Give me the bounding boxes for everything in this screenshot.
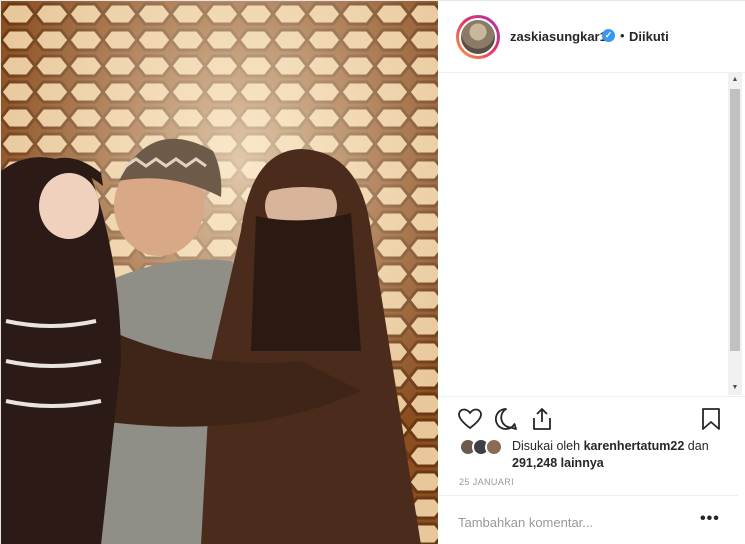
- post-date[interactable]: 25 JANUARI: [459, 477, 514, 487]
- likes-prefix: Disukai oleh: [512, 439, 584, 453]
- comments-area[interactable]: [438, 73, 738, 393]
- comment-input[interactable]: [458, 512, 678, 532]
- post-actions: [438, 396, 745, 436]
- scroll-thumb[interactable]: [730, 89, 740, 351]
- username-link[interactable]: zaskiasungkar15: [510, 29, 614, 44]
- bookmark-icon[interactable]: [698, 406, 724, 432]
- likes-count-link[interactable]: 291,248 lainnya: [512, 456, 604, 470]
- header-separator: •: [620, 28, 625, 43]
- more-options-icon[interactable]: •••: [700, 510, 720, 528]
- liker-username-link[interactable]: karenhertatum22: [584, 439, 685, 453]
- post-side-panel: zaskiasungkar15 ✓ • Diikuti ▲ ▼ Disukai …: [438, 1, 745, 544]
- comments-scrollbar[interactable]: ▲ ▼: [728, 73, 742, 395]
- scroll-up-arrow-icon[interactable]: ▲: [728, 73, 742, 87]
- comment-icon[interactable]: [493, 406, 519, 432]
- heart-icon[interactable]: [457, 406, 483, 432]
- liker-avatar[interactable]: [485, 438, 503, 456]
- verified-badge-icon: ✓: [602, 29, 615, 42]
- profile-avatar-ring[interactable]: [456, 15, 500, 59]
- likes-text[interactable]: Disukai oleh karenhertatum22 dan 291,248…: [512, 438, 732, 472]
- comment-box: •••: [438, 495, 738, 544]
- likes-section: Disukai oleh karenhertatum22 dan 291,248…: [438, 435, 738, 475]
- family-photo-illustration: [1, 1, 438, 544]
- post-header: zaskiasungkar15 ✓ • Diikuti: [438, 1, 745, 73]
- instagram-post: zaskiasungkar15 ✓ • Diikuti ▲ ▼ Disukai …: [0, 0, 745, 544]
- follow-status-button[interactable]: Diikuti: [629, 29, 669, 44]
- post-photo[interactable]: [1, 1, 438, 544]
- scroll-down-arrow-icon[interactable]: ▼: [728, 381, 742, 395]
- avatar[interactable]: [459, 18, 497, 56]
- share-icon[interactable]: [529, 406, 555, 432]
- likes-middle: dan: [684, 439, 709, 453]
